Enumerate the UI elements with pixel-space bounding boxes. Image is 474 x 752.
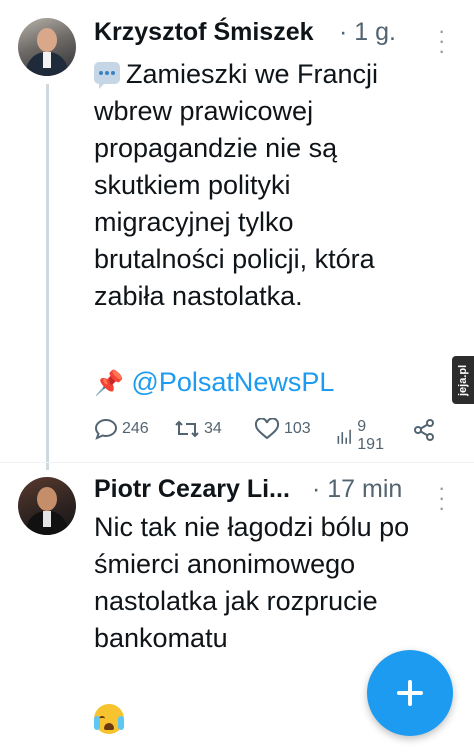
thread-line — [46, 84, 49, 470]
compose-plus-icon-stem — [408, 680, 412, 706]
pin-icon: 📌 — [94, 370, 124, 397]
text-line: skutkiem polityki — [94, 170, 291, 200]
tweet-text: Nic tak nie łagodzi bólu po śmierci anon… — [94, 509, 466, 657]
retweet-count: 34 — [204, 420, 222, 437]
like-icon — [254, 418, 280, 440]
text-line: nastolatka jak rozprucie — [94, 586, 378, 616]
mention-line: 📌 @PolsatNewsPL — [94, 364, 334, 402]
author-name[interactable]: Piotr Cezary Li... — [94, 475, 290, 504]
views-button[interactable]: 9 191 — [336, 418, 389, 454]
text-line: propagandzie nie są — [94, 133, 338, 163]
tweet-timestamp: · 1 g. — [339, 18, 396, 46]
text-line: śmierci anonimowego — [94, 549, 356, 579]
speech-bubble-icon — [94, 61, 120, 89]
tweet-text: Zamieszki we Francji wbrew prawicowej pr… — [94, 56, 466, 315]
reply-button[interactable]: 246 — [94, 418, 149, 440]
avatar[interactable] — [18, 18, 76, 76]
reply-icon — [94, 418, 118, 440]
like-count: 103 — [284, 420, 311, 437]
text-line: migracyjnej tylko — [94, 207, 294, 237]
watermark: jeja.pl — [452, 356, 474, 404]
mention-link[interactable]: @PolsatNewsPL — [131, 367, 334, 397]
views-icon — [337, 429, 351, 444]
tweet-1[interactable]: Krzysztof Śmiszek · 1 g. · · · Zamieszki w… — [0, 0, 474, 470]
text-line: wbrew prawicowej — [94, 96, 314, 126]
text-line: brutalności policji, która — [94, 244, 375, 274]
like-button[interactable]: 103 — [254, 418, 311, 440]
reply-count: 246 — [122, 420, 149, 437]
share-icon — [414, 419, 434, 441]
tear-icon — [94, 716, 100, 730]
more-icon[interactable]: · · · — [438, 20, 445, 62]
avatar[interactable] — [18, 477, 76, 535]
text-line: zabiła nastolatka. — [94, 281, 303, 311]
text-line: Nic tak nie łagodzi bólu po — [94, 512, 410, 542]
tweet-timestamp: · 17 min — [312, 475, 403, 503]
compose-button[interactable] — [367, 650, 453, 736]
retweet-button[interactable]: 34 — [174, 418, 222, 440]
retweet-icon — [175, 420, 199, 438]
share-button[interactable] — [412, 418, 436, 442]
views-count: 9 191 — [357, 418, 384, 453]
text-line: Zamieszki we Francji — [126, 59, 379, 89]
author-name[interactable]: Krzysztof Śmiszek — [94, 18, 314, 47]
tear-icon — [118, 716, 124, 730]
